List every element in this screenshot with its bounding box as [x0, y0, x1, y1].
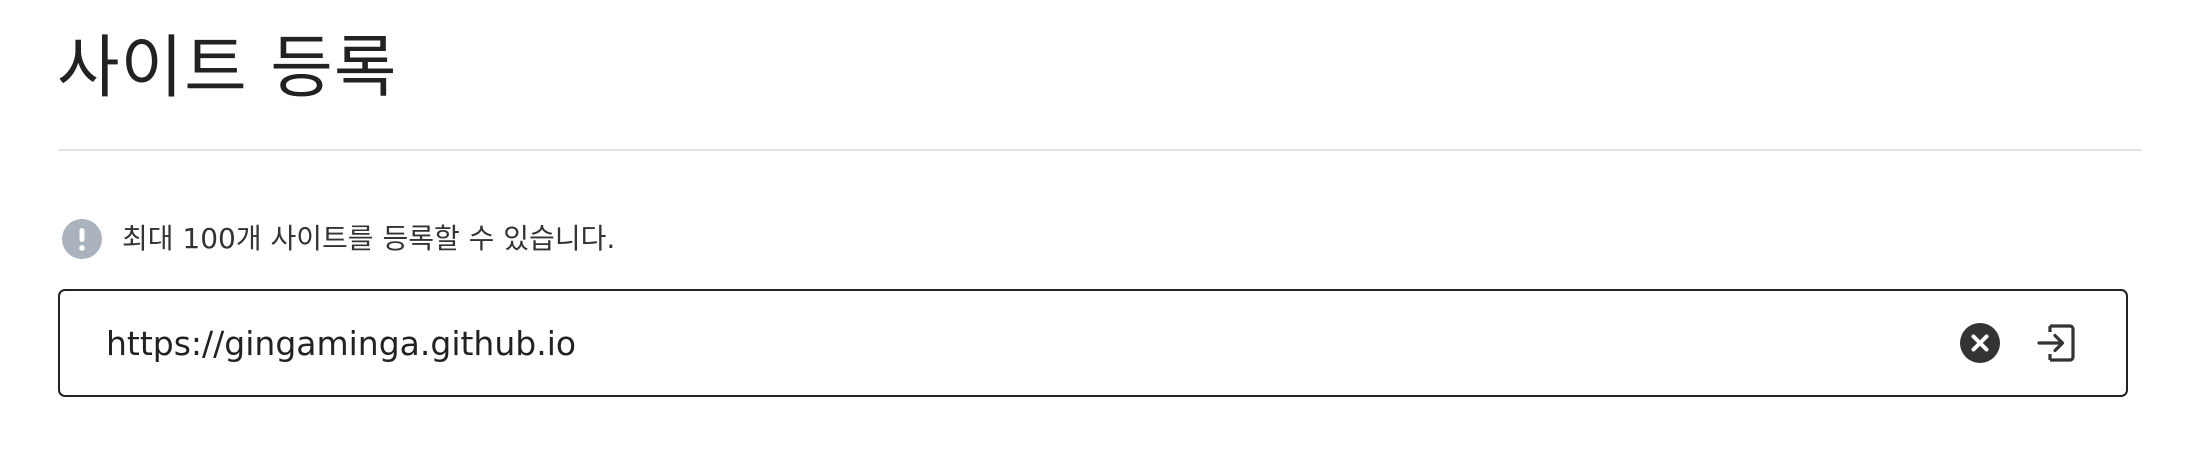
clear-icon[interactable] [1960, 323, 2000, 363]
url-input[interactable] [106, 318, 1960, 368]
page-title: 사이트 등록 [57, 29, 398, 108]
enter-icon[interactable] [2034, 321, 2078, 365]
notice-text: 최대 100개 사이트를 등록할 수 있습니다. [122, 222, 616, 255]
notice: 최대 100개 사이트를 등록할 수 있습니다. [62, 218, 615, 260]
url-field [58, 289, 2128, 397]
exclamation-icon [62, 219, 102, 259]
site-registration-page: 사이트 등록 최대 100개 사이트를 등록할 수 있습니다. [0, 0, 2200, 468]
title-divider [58, 149, 2142, 151]
